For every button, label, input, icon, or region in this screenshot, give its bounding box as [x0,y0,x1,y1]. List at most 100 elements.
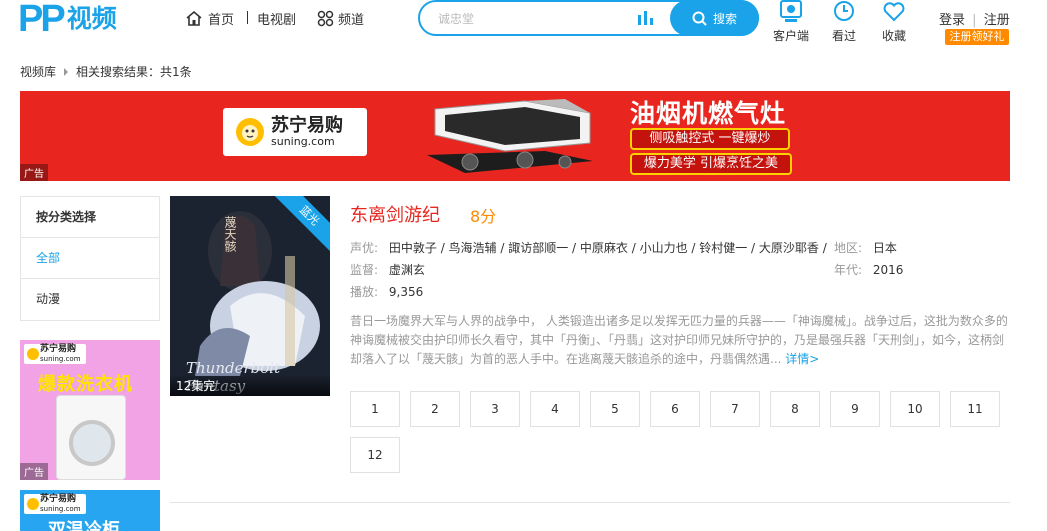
login-link[interactable]: 登录 [939,13,965,28]
client-icon [780,0,802,22]
nav-tv[interactable]: 电视剧 [257,8,296,28]
suning-brand-cn: 苏宁易购 [271,115,343,136]
client-label: 客户端 [772,29,809,43]
cast-value[interactable]: 田中敦子 / 鸟海浩辅 / 諏访部顺一 / 中原麻衣 / 小山力也 / 铃村健一… [389,241,827,255]
category-filter: 按分类选择 全部 动漫 [20,196,160,321]
episode-button[interactable]: 2 [410,391,460,427]
director-label: 监督: [350,263,379,277]
year-row: 年代: 2016 [834,261,903,278]
search-box: 搜索 [418,0,759,36]
range-hood-image [427,99,593,173]
voice-bars-icon[interactable] [638,11,653,25]
washer-door [69,420,115,466]
banner-ad[interactable]: 苏宁易购 suning.com 油烟机燃气灶 侧吸触控式 一键爆炒 爆力美学 引… [20,91,1010,181]
year-label: 年代: [834,263,863,277]
nav-home-label: 首页 [208,12,235,28]
logo-mark: PP [18,0,66,40]
breadcrumb-arrow-icon [64,67,69,76]
history-link[interactable]: 看过 [824,0,864,44]
cast-row: 声优: 田中敦子 / 鸟海浩辅 / 諏访部顺一 / 中原麻衣 / 小山力也 / … [350,239,827,256]
episode-button[interactable]: 11 [950,391,1000,427]
nav-home[interactable]: 首页 [185,8,234,28]
site-logo[interactable]: PP 视频 [18,0,117,38]
side-ad-washer[interactable]: 苏宁易购 suning.com 爆款洗衣机 广告 [20,340,160,480]
suning-lion-icon [27,498,39,510]
side-ad-logo: 苏宁易购 suning.com [24,344,86,364]
episode-button[interactable]: 1 [350,391,400,427]
episode-button[interactable]: 7 [710,391,760,427]
side-ad-brand-en: suning.com [40,355,81,363]
client-download-link[interactable]: 客户端 [771,0,811,44]
svg-text:蔑天骸: 蔑天骸 [223,216,237,253]
side-ad-freezer[interactable]: 苏宁易购 suning.com 双温冷柜 [20,490,160,531]
episode-button[interactable]: 10 [890,391,940,427]
director-row: 监督: 虚渊玄 [350,261,425,278]
plays-label: 播放: [350,285,379,299]
filter-heading: 按分类选择 [21,197,159,238]
section-divider [170,502,1010,503]
episode-button[interactable]: 3 [470,391,520,427]
register-promo-badge[interactable]: 注册领好礼 [945,29,1009,45]
account-divider: | [972,13,977,28]
search-icon [692,11,707,26]
episode-button[interactable]: 5 [590,391,640,427]
search-input[interactable] [438,9,618,29]
region-value: 日本 [872,241,897,255]
side-ad-brand-cn: 苏宁易购 [40,494,77,504]
result-score: 8分 [470,207,497,226]
breadcrumb-current: 相关搜索结果：共1条 [76,65,192,79]
suning-lion-icon [27,348,39,360]
plays-row: 播放: 9,356 [350,283,423,300]
filter-item-anime[interactable]: 动漫 [21,279,159,320]
clock-icon [834,1,854,21]
side-ad-title: 爆款洗衣机 [38,374,133,395]
filter-item-all[interactable]: 全部 [21,238,159,279]
nav-channel[interactable]: 频道 [317,8,364,28]
result-title[interactable]: 东离剑游纪 [350,201,440,227]
episode-button[interactable]: 9 [830,391,880,427]
side-ad-brand-cn: 苏宁易购 [40,344,77,354]
description-text: 昔日一场魔界大军与人界的战争中， 人类锻造出诸多足以发挥无匹力量的兵器——「神诲… [350,314,1008,366]
result-description: 昔日一场魔界大军与人界的战争中， 人类锻造出诸多足以发挥无匹力量的兵器——「神诲… [350,312,1012,369]
banner-headline: 油烟机燃气灶 [630,99,787,128]
ad-tag: 广告 [20,164,48,181]
home-icon [186,10,202,26]
episode-count-badge: 12集完 [170,374,330,396]
breadcrumb: 视频库 相关搜索结果：共1条 [20,63,192,80]
nav-divider [247,11,248,24]
episode-button[interactable]: 6 [650,391,700,427]
history-label: 看过 [831,29,856,43]
favorites-link[interactable]: 收藏 [874,0,914,44]
breadcrumb-root[interactable]: 视频库 [20,63,56,80]
suning-logo: 苏宁易购 suning.com [223,108,367,156]
ad-tag: 广告 [20,463,48,480]
details-link[interactable]: 详情> [785,352,819,366]
search-button-label: 搜索 [712,11,737,26]
director-value[interactable]: 虚渊玄 [389,263,425,277]
heart-icon [883,2,905,22]
nav-tv-label: 电视剧 [257,12,297,28]
banner-line2: 爆力美学 引爆烹饪之美 [630,153,792,175]
side-ad-title: 双温冷柜 [48,520,120,531]
grid-icon [317,10,334,26]
favorites-label: 收藏 [881,29,906,43]
logo-text: 视频 [66,4,117,33]
region-label: 地区: [834,241,863,255]
region-row: 地区: 日本 [834,239,897,256]
year-value: 2016 [872,263,904,277]
cast-label: 声优: [350,241,379,255]
side-ad-brand-en: suning.com [40,505,81,513]
plays-value: 9,356 [388,285,424,299]
episode-button[interactable]: 8 [770,391,820,427]
register-link[interactable]: 注册 [984,13,1010,28]
banner-line1: 侧吸触控式 一键爆炒 [630,128,790,150]
result-poster[interactable]: 蔑天骸 蓝光 Thunderbolt Fantasy 12集完 [170,196,330,396]
suning-lion-icon [236,118,264,146]
washing-machine-image [56,395,126,480]
episode-button[interactable]: 12 [350,437,400,473]
side-ad-logo: 苏宁易购 suning.com [24,494,86,514]
suning-brand-en: suning.com [271,135,335,148]
search-button[interactable]: 搜索 [670,0,759,36]
account-links: 登录 | 注册 [939,9,1010,28]
episode-button[interactable]: 4 [530,391,580,427]
